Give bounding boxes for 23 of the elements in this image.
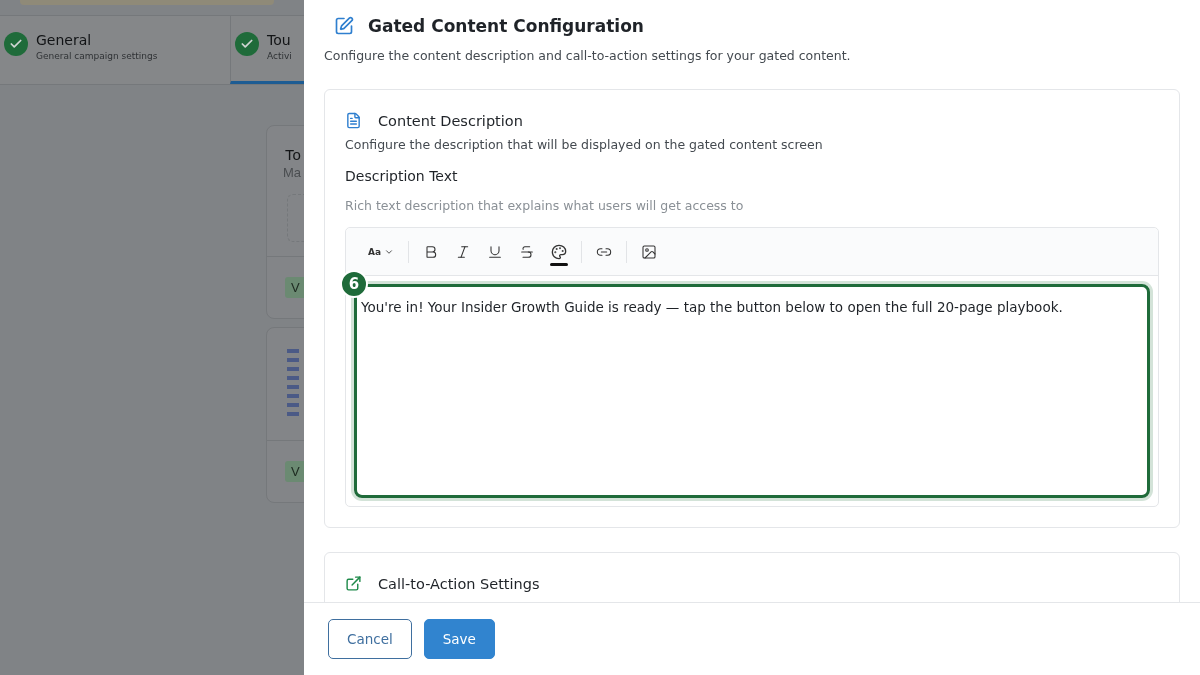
card-subtitle: Ma — [282, 164, 303, 180]
edit-icon — [334, 16, 354, 36]
save-button[interactable]: Save — [423, 619, 495, 659]
field-label: Description Text — [345, 168, 459, 184]
step-subtitle: Activi — [267, 51, 292, 61]
step-subtitle: General campaign settings — [36, 51, 158, 61]
external-link-icon — [345, 575, 362, 592]
card-button[interactable]: V — [285, 461, 304, 482]
step-tab[interactable]: General General campaign settings — [0, 16, 230, 84]
section-description: Configure the description that will be displayed on the gated content screen — [345, 137, 824, 152]
cancel-button[interactable]: Cancel — [328, 619, 412, 659]
section-title: Call-to-Action Settings — [378, 575, 540, 592]
font-size-button[interactable]: Aa — [366, 244, 397, 259]
card-title: To — [284, 145, 302, 163]
panel-subtitle: Configure the content description and call-to-action settings for your gated content. — [324, 48, 852, 63]
field-hint: Rich text description that explains what users will get access to — [345, 198, 745, 213]
step-badge: 6 — [340, 270, 368, 298]
step-title: Tou — [267, 32, 292, 48]
section-title: Content Description — [378, 112, 523, 129]
document-icon — [345, 112, 362, 129]
panel-title: Gated Content Configuration — [368, 16, 644, 36]
card-button[interactable]: V — [285, 277, 304, 298]
step-title: General — [36, 32, 93, 48]
